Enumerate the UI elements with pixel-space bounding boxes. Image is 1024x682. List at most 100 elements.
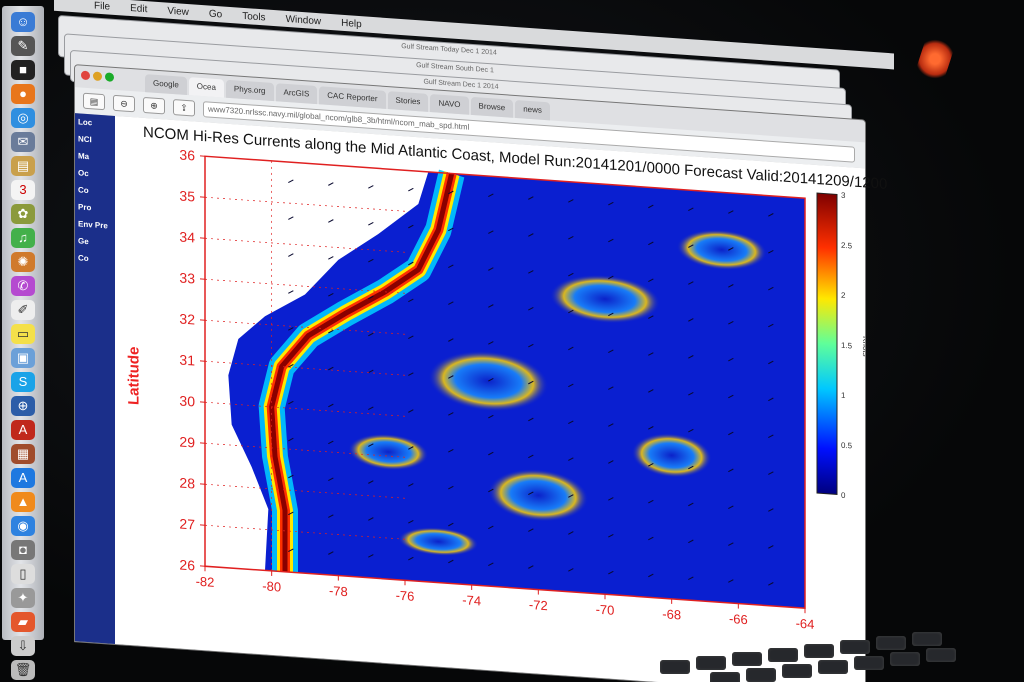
colorbar-scale: [816, 192, 838, 495]
colorbar-tick-label: 1: [841, 391, 846, 400]
y-tick-label: 31: [179, 351, 195, 368]
close-window-icon[interactable]: [81, 70, 90, 81]
skype-icon[interactable]: S: [11, 372, 35, 392]
dock: ☺ ✎ ■ ● ◎ ✉ ▤ 3 ✿ ♫ ✺ ✆ ✐ ▭ ▣ S ⊕ A ▦ A …: [2, 6, 44, 680]
finder-icon[interactable]: ☺: [11, 12, 35, 32]
calendar-icon[interactable]: 3: [11, 180, 35, 200]
trash-icon[interactable]: 🗑: [11, 660, 35, 680]
safari-icon[interactable]: ◎: [11, 108, 35, 128]
current-vector: [328, 256, 334, 260]
tab-news[interactable]: news: [515, 99, 550, 121]
vlc-icon[interactable]: ▲: [11, 492, 35, 512]
colorbar-tick-label: 1.5: [841, 341, 853, 351]
stickies-icon[interactable]: ▭: [11, 324, 35, 344]
share-button[interactable]: ⇪: [173, 99, 195, 117]
chrome-icon[interactable]: ◉: [11, 516, 35, 536]
current-vector: [288, 290, 294, 294]
monitor-display: File Edit View Go Tools Window Help Gulf…: [44, 0, 894, 682]
menu-file[interactable]: File: [94, 0, 110, 12]
y-tick-label: 34: [179, 228, 195, 245]
mail-icon[interactable]: ✉: [11, 132, 35, 152]
minimize-window-icon[interactable]: [93, 71, 102, 82]
zoom-out-button[interactable]: ⊖: [113, 94, 135, 113]
itunes-icon[interactable]: ♫: [11, 228, 35, 248]
tab-arcgis[interactable]: ArcGIS: [275, 83, 318, 105]
colorbar-tick-label: 2.5: [841, 241, 853, 251]
preview-icon[interactable]: ▣: [11, 348, 35, 368]
chat-icon[interactable]: ✆: [11, 276, 35, 296]
sidebar-item[interactable]: Co: [75, 249, 115, 269]
tab-physorg[interactable]: Phys.org: [225, 79, 274, 102]
zoom-in-button[interactable]: ⊕: [143, 96, 165, 115]
indicator-light: [914, 34, 956, 84]
image-icon[interactable]: ▦: [11, 444, 35, 464]
x-tick-label: -82: [196, 574, 215, 590]
downloads-icon[interactable]: ⇩: [11, 636, 35, 656]
current-vector: [328, 182, 334, 186]
utility-icon[interactable]: ✦: [11, 588, 35, 608]
keyboard: [650, 620, 980, 682]
y-tick-label: 26: [179, 556, 195, 573]
colorbar-tick-label: 3: [841, 191, 846, 200]
zoom-window-icon[interactable]: [105, 72, 114, 82]
tab-browse[interactable]: Browse: [470, 96, 514, 118]
menu-window[interactable]: Window: [286, 13, 322, 26]
page-sidebar: Loc NCI Ma Oc Co Pro Env Pre Ge Co: [75, 113, 115, 644]
x-tick-label: -72: [529, 597, 548, 613]
colorbar: 0 0.5 1 1.5 2 2.5 3 Knots: [816, 191, 865, 500]
current-vector: [288, 216, 294, 220]
current-vector: [368, 185, 374, 189]
photo-background: ☺ ✎ ■ ● ◎ ✉ ▤ 3 ✿ ♫ ✺ ✆ ✐ ▭ ▣ S ⊕ A ▦ A …: [0, 0, 1024, 682]
wheel-icon[interactable]: ✺: [11, 252, 35, 272]
colorbar-label: Knots: [861, 336, 865, 357]
current-vector: [328, 219, 334, 223]
pdf-icon[interactable]: A: [11, 420, 35, 440]
speed-field: [228, 169, 805, 609]
y-tick-label: 30: [179, 392, 195, 409]
y-tick-label: 35: [179, 187, 195, 204]
x-tick-label: -80: [262, 578, 281, 594]
x-tick-label: -76: [396, 588, 415, 604]
colorbar-tick-label: 0.5: [841, 441, 853, 451]
y-tick-label: 33: [179, 269, 195, 286]
app-icon[interactable]: ■: [11, 60, 35, 80]
x-tick-label: -74: [462, 592, 481, 608]
tab-stories[interactable]: Stories: [387, 91, 429, 112]
current-speed-plot: NCOM Hi-Res Currents along the Mid Atlan…: [115, 115, 887, 682]
menu-go[interactable]: Go: [209, 8, 222, 20]
photos-icon[interactable]: ✿: [11, 204, 35, 224]
tab-navo[interactable]: NAVO: [430, 94, 469, 115]
browser-window: Google Ocea Phys.org ArcGIS CAC Reporter…: [74, 64, 887, 682]
tab-ocean[interactable]: Ocea: [188, 77, 224, 98]
tools-icon[interactable]: ✎: [11, 36, 35, 56]
folder-icon[interactable]: ▰: [11, 612, 35, 632]
colorbar-tick-label: 0: [841, 491, 846, 500]
textedit-icon[interactable]: ✐: [11, 300, 35, 320]
camera-icon[interactable]: ◘: [11, 540, 35, 560]
y-tick-label: 32: [179, 310, 195, 327]
y-gridline: [205, 196, 405, 212]
menu-edit[interactable]: Edit: [130, 3, 147, 15]
y-tick-label: 27: [179, 515, 195, 532]
menu-tools[interactable]: Tools: [242, 10, 265, 23]
y-tick-label: 36: [179, 146, 195, 163]
notes-icon[interactable]: ▤: [11, 156, 35, 176]
y-tick-label: 29: [179, 433, 195, 450]
tab-google[interactable]: Google: [145, 74, 187, 95]
document-icon[interactable]: ▯: [11, 564, 35, 584]
current-vector: [288, 253, 294, 257]
globe-icon[interactable]: ⊕: [11, 396, 35, 416]
sidebar-toggle-button[interactable]: ▤: [83, 92, 105, 111]
appstore-icon[interactable]: A: [11, 468, 35, 488]
current-vector: [408, 187, 414, 192]
menu-view[interactable]: View: [167, 5, 189, 18]
colorbar-tick-label: 2: [841, 291, 846, 300]
menu-help[interactable]: Help: [341, 17, 362, 29]
chart-svg: -82 -80 -78 -76 -74 -72 -70 -68 -66 -642627282930…: [179, 146, 865, 631]
y-tick-label: 28: [179, 474, 195, 491]
x-tick-label: -78: [329, 583, 348, 599]
firefox-icon[interactable]: ●: [11, 84, 35, 104]
current-vector: [368, 221, 374, 226]
current-vector: [288, 179, 294, 184]
x-tick-label: -70: [596, 602, 615, 618]
